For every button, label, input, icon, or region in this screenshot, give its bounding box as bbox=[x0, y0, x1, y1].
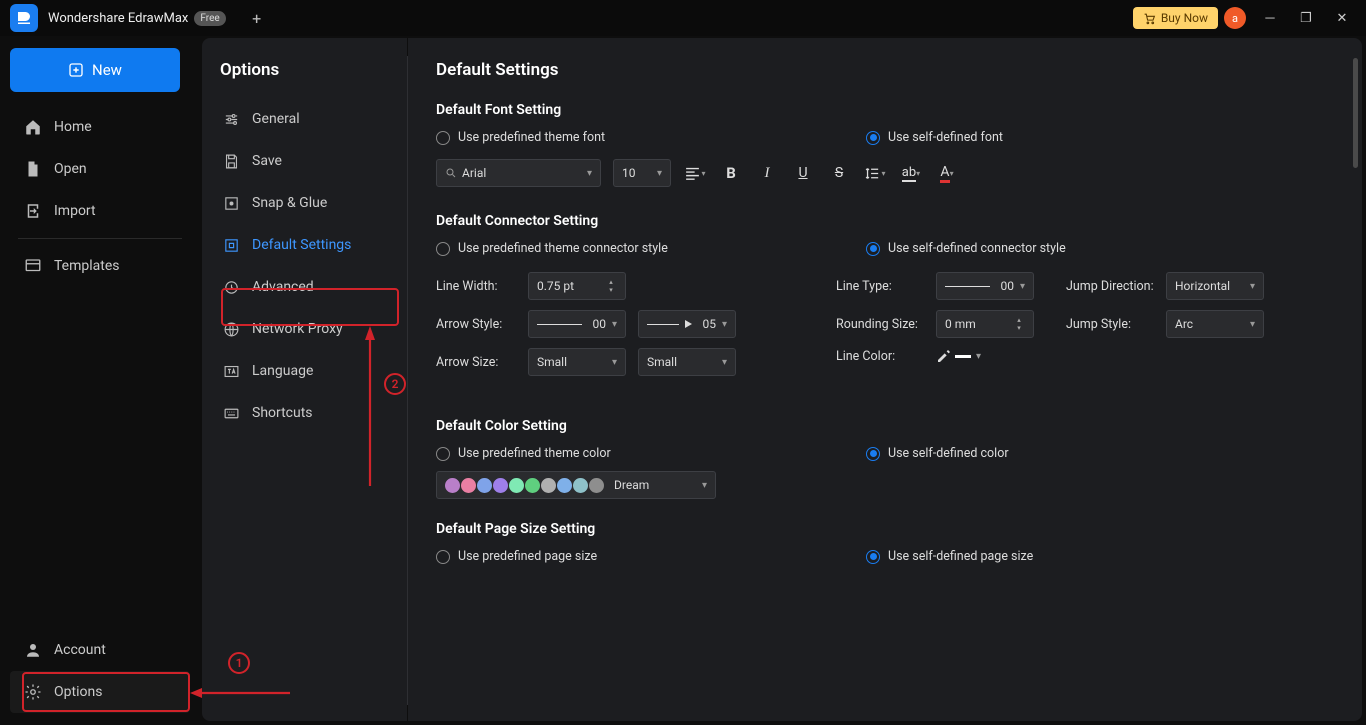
arrow-size-label: Arrow Size: bbox=[436, 355, 528, 370]
left-rail: New Home Open Import Templates Account O… bbox=[0, 36, 200, 725]
opt-advanced[interactable]: Advanced bbox=[210, 266, 399, 308]
new-button[interactable]: New bbox=[10, 48, 180, 92]
radio-predefined-color[interactable]: Use predefined theme color bbox=[436, 446, 826, 461]
app-name-text: Wondershare EdrawMax bbox=[48, 11, 188, 26]
opt-general[interactable]: General bbox=[210, 98, 399, 140]
underline-button[interactable]: U bbox=[791, 161, 815, 185]
content-heading: Default Settings bbox=[436, 60, 1334, 80]
jump-style-label: Jump Style: bbox=[1066, 317, 1166, 332]
italic-button[interactable]: I bbox=[755, 161, 779, 185]
content-area: Default Settings Default Font Setting Us… bbox=[408, 38, 1362, 721]
window-maximize[interactable]: ❐ bbox=[1288, 0, 1324, 36]
align-button[interactable]: ▾ bbox=[683, 161, 707, 185]
line-color-label: Line Color: bbox=[836, 349, 936, 364]
options-panel: Options General Save Snap & Glue Default… bbox=[202, 38, 407, 721]
arrow-style-label: Arrow Style: bbox=[436, 317, 528, 332]
radio-predefined-page[interactable]: Use predefined page size bbox=[436, 549, 826, 564]
opt-default-settings[interactable]: Default Settings bbox=[210, 224, 399, 266]
page-section-title: Default Page Size Setting bbox=[436, 521, 1334, 537]
line-type-dropdown[interactable]: 00▾ bbox=[936, 272, 1034, 300]
language-icon bbox=[222, 362, 240, 380]
line-width-label: Line Width: bbox=[436, 279, 528, 294]
new-tab-button[interactable]: + bbox=[246, 7, 268, 29]
new-button-label: New bbox=[92, 61, 122, 79]
color-section-title: Default Color Setting bbox=[436, 418, 1334, 434]
radio-predefined-connector[interactable]: Use predefined theme connector style bbox=[436, 241, 826, 256]
rail-options[interactable]: Options bbox=[10, 671, 190, 713]
jump-direction-dropdown[interactable]: Horizontal▾ bbox=[1166, 272, 1264, 300]
spinner-down[interactable]: ▾ bbox=[605, 287, 617, 294]
app-title: Wondershare EdrawMax Free bbox=[38, 11, 236, 26]
file-icon bbox=[24, 160, 42, 178]
font-size-dropdown[interactable]: 10▾ bbox=[613, 159, 671, 187]
account-icon bbox=[24, 641, 42, 659]
connector-section-title: Default Connector Setting bbox=[436, 213, 1334, 229]
jump-direction-label: Jump Direction: bbox=[1066, 279, 1166, 294]
rail-account[interactable]: Account bbox=[10, 629, 190, 671]
arrow-end-size-dropdown[interactable]: Small▾ bbox=[638, 348, 736, 376]
keyboard-icon bbox=[222, 404, 240, 422]
sliders-icon bbox=[222, 110, 240, 128]
rail-home[interactable]: Home bbox=[10, 106, 190, 148]
radio-self-page[interactable]: Use self-defined page size bbox=[866, 549, 1334, 564]
import-icon bbox=[24, 202, 42, 220]
line-color-picker[interactable]: ▾ bbox=[936, 348, 981, 364]
radio-self-color[interactable]: Use self-defined color bbox=[866, 446, 1334, 461]
jump-style-dropdown[interactable]: Arc▾ bbox=[1166, 310, 1264, 338]
templates-icon bbox=[24, 257, 42, 275]
bold-button[interactable]: B bbox=[719, 161, 743, 185]
window-minimize[interactable]: ─ bbox=[1252, 0, 1288, 36]
globe-icon bbox=[222, 320, 240, 338]
user-avatar[interactable]: a bbox=[1224, 7, 1246, 29]
color-palette-dropdown[interactable]: Dream ▾ bbox=[436, 471, 716, 499]
opt-language[interactable]: Language bbox=[210, 350, 399, 392]
opt-network-proxy[interactable]: Network Proxy bbox=[210, 308, 399, 350]
rail-import[interactable]: Import bbox=[10, 190, 190, 232]
line-type-label: Line Type: bbox=[836, 279, 936, 294]
arrow-begin-dropdown[interactable]: 00▾ bbox=[528, 310, 626, 338]
home-icon bbox=[24, 118, 42, 136]
rail-templates[interactable]: Templates bbox=[10, 245, 190, 287]
buy-now-button[interactable]: Buy Now bbox=[1133, 7, 1218, 29]
rounding-size-label: Rounding Size: bbox=[836, 317, 936, 332]
opt-shortcuts[interactable]: Shortcuts bbox=[210, 392, 399, 434]
app-logo bbox=[10, 4, 38, 32]
font-section-title: Default Font Setting bbox=[436, 102, 1334, 118]
opt-save[interactable]: Save bbox=[210, 140, 399, 182]
radio-predefined-font[interactable]: Use predefined theme font bbox=[436, 130, 826, 145]
options-title: Options bbox=[210, 56, 399, 98]
save-icon bbox=[222, 152, 240, 170]
window-close[interactable]: ✕ bbox=[1324, 0, 1360, 36]
opt-snap-glue[interactable]: Snap & Glue bbox=[210, 182, 399, 224]
rounding-size-dropdown[interactable]: 0 mm▴▾ bbox=[936, 310, 1034, 338]
line-width-dropdown[interactable]: 0.75 pt▴▾ bbox=[528, 272, 626, 300]
scrollbar[interactable] bbox=[1353, 58, 1358, 168]
line-spacing-button[interactable]: ▾ bbox=[863, 161, 887, 185]
arrow-begin-size-dropdown[interactable]: Small▾ bbox=[528, 348, 626, 376]
advanced-icon bbox=[222, 278, 240, 296]
titlebar: Wondershare EdrawMax Free + Buy Now a ─ … bbox=[0, 0, 1366, 36]
font-color-button[interactable]: A▾ bbox=[935, 161, 959, 185]
free-badge: Free bbox=[194, 11, 225, 26]
radio-self-font[interactable]: Use self-defined font bbox=[866, 130, 1334, 145]
text-case-button[interactable]: ab▾ bbox=[899, 161, 923, 185]
font-name-dropdown[interactable]: Arial▾ bbox=[436, 159, 601, 187]
spinner-up[interactable]: ▴ bbox=[605, 279, 617, 286]
radio-self-connector[interactable]: Use self-defined connector style bbox=[866, 241, 1334, 256]
strikethrough-button[interactable]: S bbox=[827, 161, 851, 185]
snap-icon bbox=[222, 194, 240, 212]
rail-open[interactable]: Open bbox=[10, 148, 190, 190]
gear-icon bbox=[24, 683, 42, 701]
arrow-end-dropdown[interactable]: 05▾ bbox=[638, 310, 736, 338]
default-icon bbox=[222, 236, 240, 254]
buy-now-label: Buy Now bbox=[1161, 11, 1208, 25]
